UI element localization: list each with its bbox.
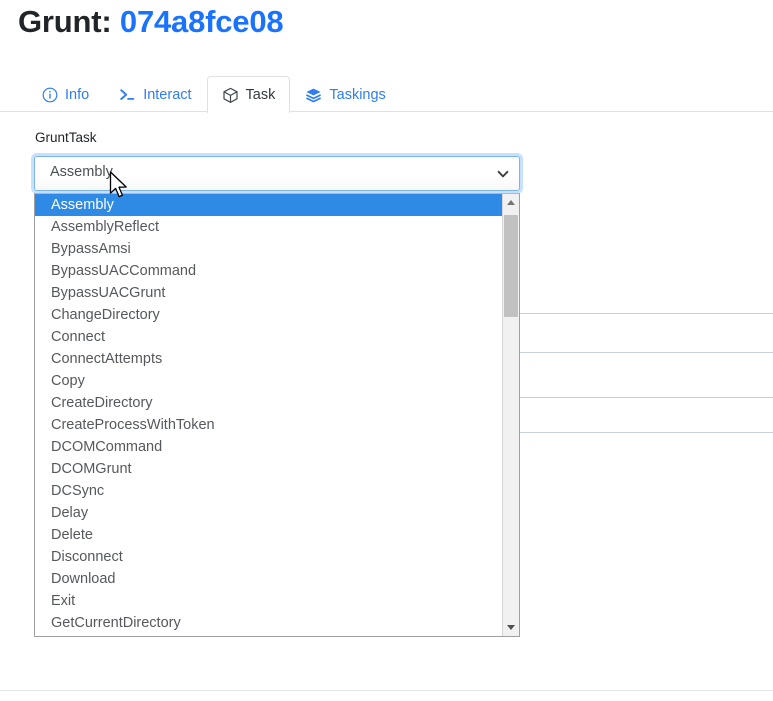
dropdown-option[interactable]: Delay — [35, 502, 502, 524]
tab-list: Info Interact Task Taskings — [26, 76, 401, 113]
scroll-down-arrow-icon[interactable] — [503, 619, 519, 636]
dropdown-option[interactable]: BypassAmsi — [35, 238, 502, 260]
tab-task[interactable]: Task — [206, 76, 291, 113]
scroll-up-arrow-icon[interactable] — [503, 194, 519, 211]
dropdown-option[interactable]: Copy — [35, 370, 502, 392]
dropdown-option[interactable]: DCOMCommand — [35, 436, 502, 458]
dropdown-option[interactable]: DCSync — [35, 480, 502, 502]
grunt-id-link[interactable]: 074a8fce08 — [120, 4, 284, 39]
tab-bar: Info Interact Task Taskings — [0, 76, 773, 113]
dropdown-option[interactable]: GetCurrentDirectory — [35, 612, 502, 634]
dropdown-option[interactable]: Download — [35, 568, 502, 590]
tab-taskings[interactable]: Taskings — [290, 76, 400, 112]
page-title: Grunt: 074a8fce08 — [18, 4, 284, 40]
tab-interact-label: Interact — [143, 86, 192, 103]
tab-info-label: Info — [65, 86, 90, 103]
footer-divider — [0, 690, 773, 691]
dropdown-option[interactable]: BypassUACGrunt — [35, 282, 502, 304]
dropdown-option[interactable]: CreateDirectory — [35, 392, 502, 414]
dropdown-option-list[interactable]: Assembly AssemblyReflect BypassAmsi Bypa… — [35, 194, 502, 636]
chevron-down-icon[interactable] — [496, 167, 510, 181]
scrollbar-thumb[interactable] — [504, 215, 518, 317]
dropdown-option[interactable]: AssemblyReflect — [35, 216, 502, 238]
page-title-prefix: Grunt: — [18, 4, 112, 39]
tab-info[interactable]: Info — [26, 76, 104, 112]
dropdown-option[interactable]: ConnectAttempts — [35, 348, 502, 370]
terminal-prompt-icon — [119, 86, 136, 103]
grunt-task-field-label: GruntTask — [35, 130, 97, 145]
layers-icon — [305, 86, 322, 103]
dropdown-option[interactable]: Connect — [35, 326, 502, 348]
dropdown-scrollbar[interactable] — [502, 194, 519, 636]
dropdown-option[interactable]: Assembly — [35, 194, 502, 216]
task-form: GruntTask Assembly Assembly AssemblyRefl… — [0, 112, 773, 701]
grunt-task-select[interactable]: Assembly — [34, 156, 520, 191]
tab-interact[interactable]: Interact — [104, 76, 206, 112]
tab-task-label: Task — [245, 87, 276, 103]
dropdown-option[interactable]: ChangeDirectory — [35, 304, 502, 326]
grunt-task-dropdown-popup[interactable]: Assembly AssemblyReflect BypassAmsi Bypa… — [34, 193, 520, 637]
select-selected-value: Assembly — [50, 164, 113, 180]
dropdown-option[interactable]: BypassUACCommand — [35, 260, 502, 282]
dropdown-option[interactable]: Exit — [35, 590, 502, 612]
info-circle-icon — [41, 86, 58, 103]
cube-icon — [222, 87, 239, 104]
dropdown-option[interactable]: Disconnect — [35, 546, 502, 568]
dropdown-option[interactable]: DCOMGrunt — [35, 458, 502, 480]
dropdown-option[interactable]: CreateProcessWithToken — [35, 414, 502, 436]
tab-taskings-label: Taskings — [329, 86, 386, 103]
dropdown-option[interactable]: Delete — [35, 524, 502, 546]
